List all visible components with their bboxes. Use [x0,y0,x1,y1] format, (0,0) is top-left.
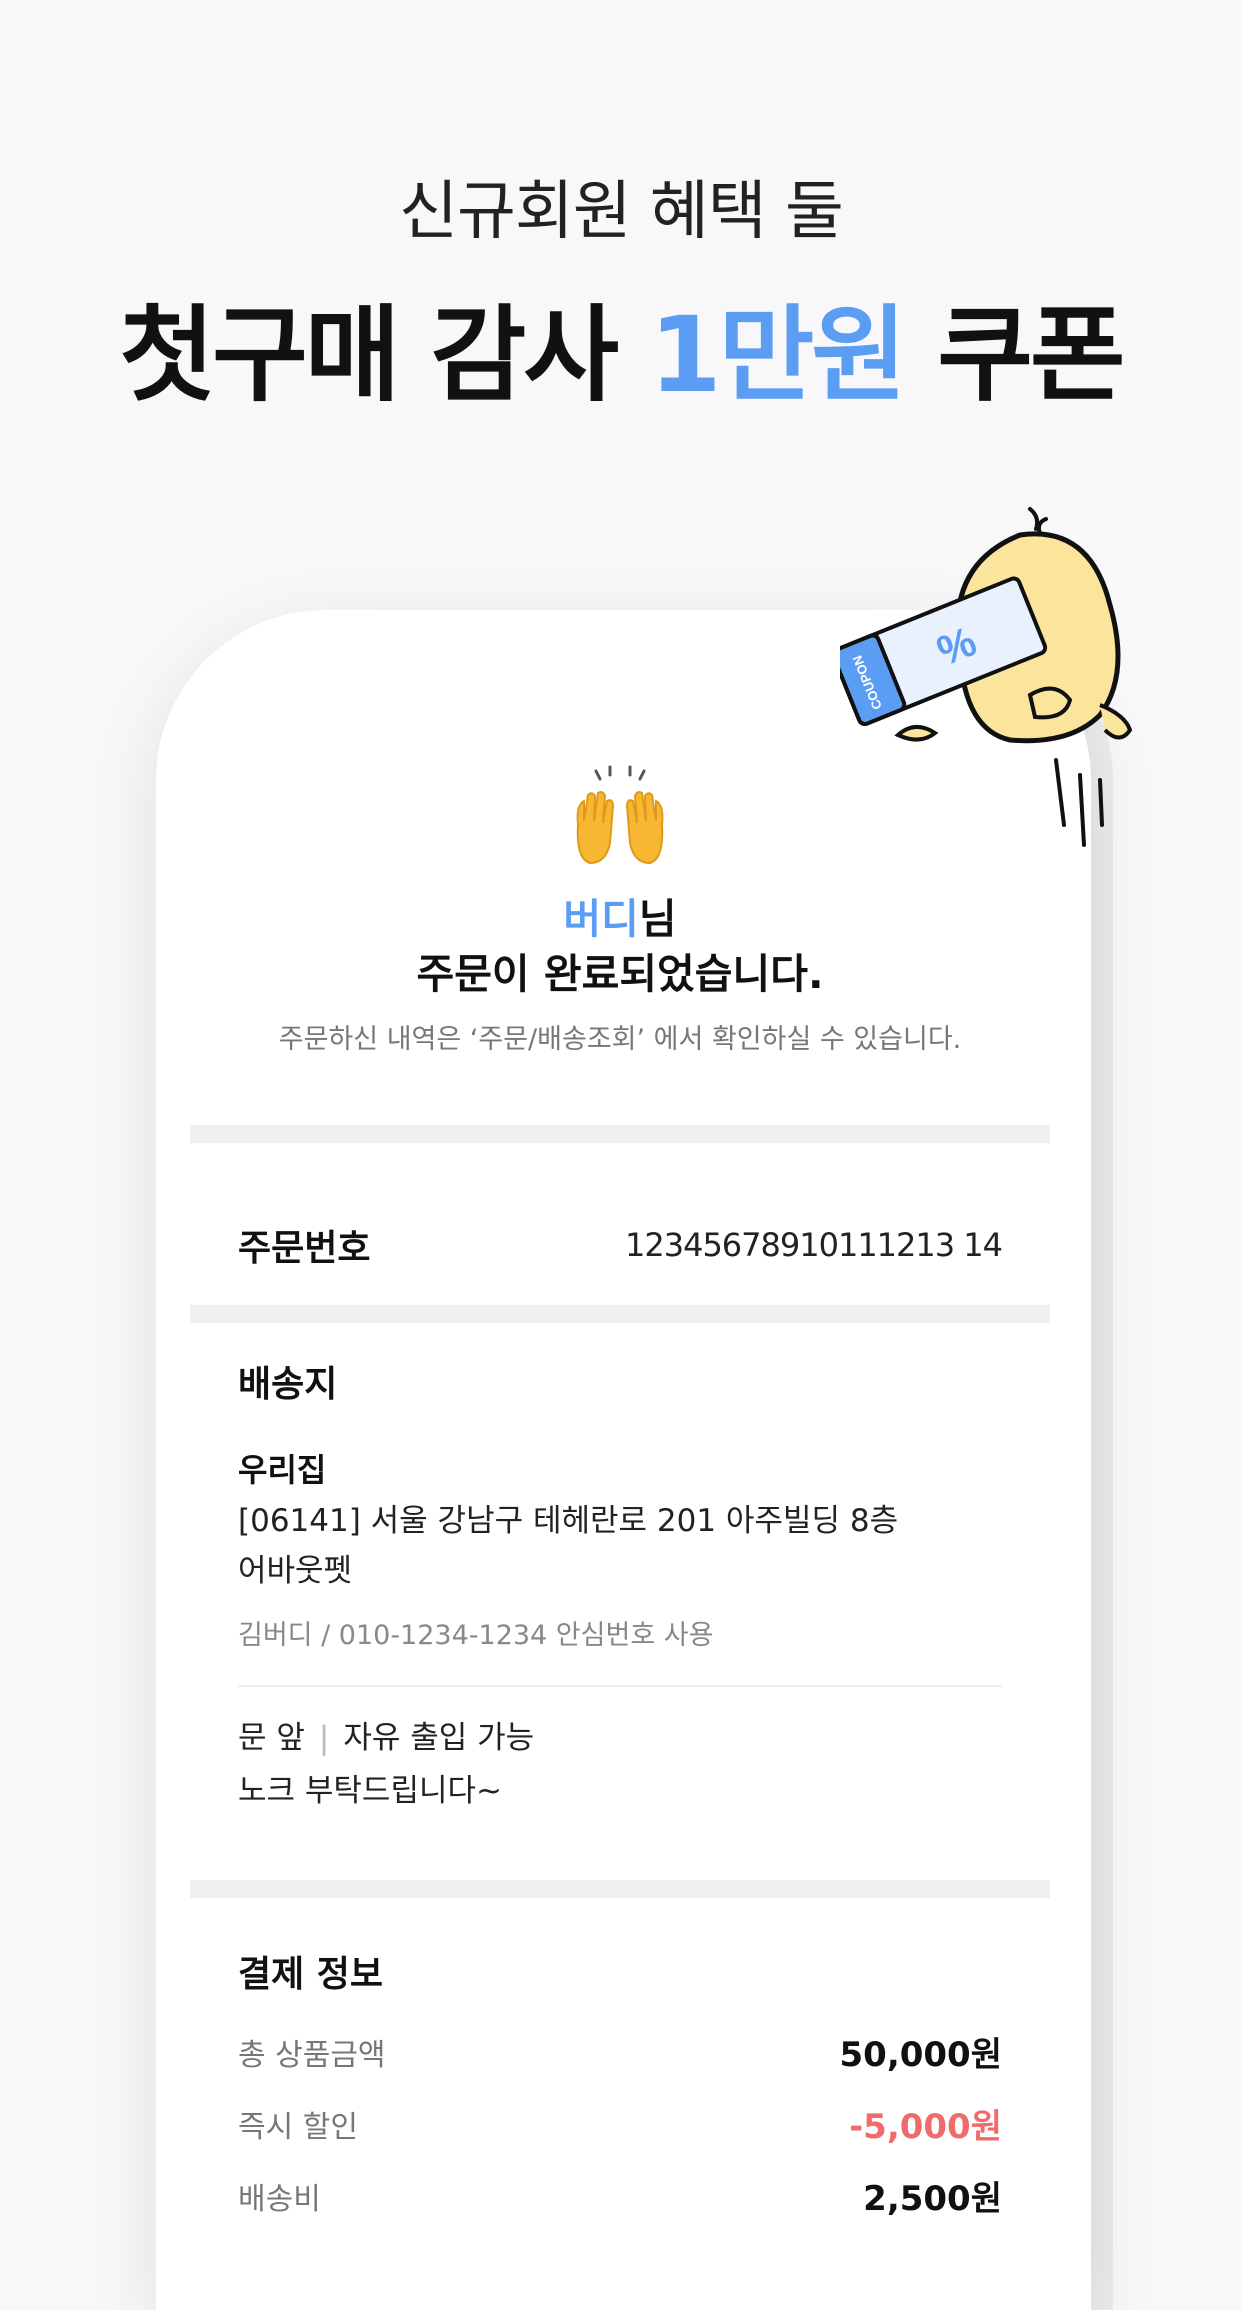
customer-name: 버디 [563,895,639,943]
promo-title-accent: 1만원 [649,294,907,416]
shipping-title: 배송지 [238,1364,338,1405]
payment-line-label: 배송비 [238,2181,321,2217]
order-complete-note: 주문하신 내역은 ‘주문/배송조회’ 에서 확인하실 수 있습니다. [278,1024,962,1055]
shipping-address-line1: [06141] 서울 강남구 테헤란로 201 아주빌딩 8층 [238,1503,899,1539]
delivery-access: 자유 출입 가능 [343,1720,535,1756]
section-divider [190,1880,1050,1898]
duck-mascot-illustration: COUPON % [831,505,1150,855]
payment-line-discount: 즉시 할인 -5,000원 [238,2099,1002,2148]
raised-hands-icon [570,765,670,875]
delivery-message: 노크 부탁드립니다~ [238,1773,502,1809]
shipping-divider [238,1685,1002,1687]
customer-name-suffix: 님 [638,895,677,943]
order-number-row: 주문번호 12345678910111213 14 [238,1195,1003,1295]
payment-line-shipping: 배송비 2,500원 [238,2171,1002,2220]
promo-title-suffix: 쿠폰 [903,294,1125,416]
payment-line-value: 50,000원 [839,2035,1002,2075]
promo-title: 첫구매 감사 1만원 쿠폰 [0,270,1242,421]
payment-line-value: 2,500원 [863,2179,1002,2219]
order-number-value: 12345678910111213 14 [625,1226,1003,1264]
order-number-label: 주문번호 [238,1228,371,1269]
delivery-request: 문 앞 | 자유 출입 가능 [238,1712,534,1757]
payment-line-total: 총 상품금액 50,000원 [238,2027,1002,2076]
section-divider [190,1125,1050,1143]
separator: | [318,1720,330,1756]
payment-title: 결제 정보 [238,1954,384,1995]
promo-subtitle: 신규회원 혜택 둘 [399,175,844,249]
promo-title-prefix: 첫구매 감사 [119,294,650,416]
payment-line-value: -5,000원 [849,2107,1002,2147]
shipping-address-line2: 어바웃펫 [238,1553,353,1589]
shipping-place-name: 우리집 [238,1451,327,1489]
phone-screen: 버디님 주문이 완료되었습니다. 주문하신 내역은 ‘주문/배송조회’ 에서 확… [190,635,1050,2235]
section-divider [190,1305,1050,1323]
order-complete-title: 주문이 완료되었습니다. [416,950,824,998]
delivery-location: 문 앞 [238,1720,305,1756]
customer-greeting: 버디님 [190,885,1050,945]
payment-line-label: 총 상품금액 [238,2037,386,2073]
payment-line-label: 즉시 할인 [238,2109,358,2145]
shipping-contact: 김버디 / 010-1234-1234 안심번호 사용 [238,1620,714,1651]
